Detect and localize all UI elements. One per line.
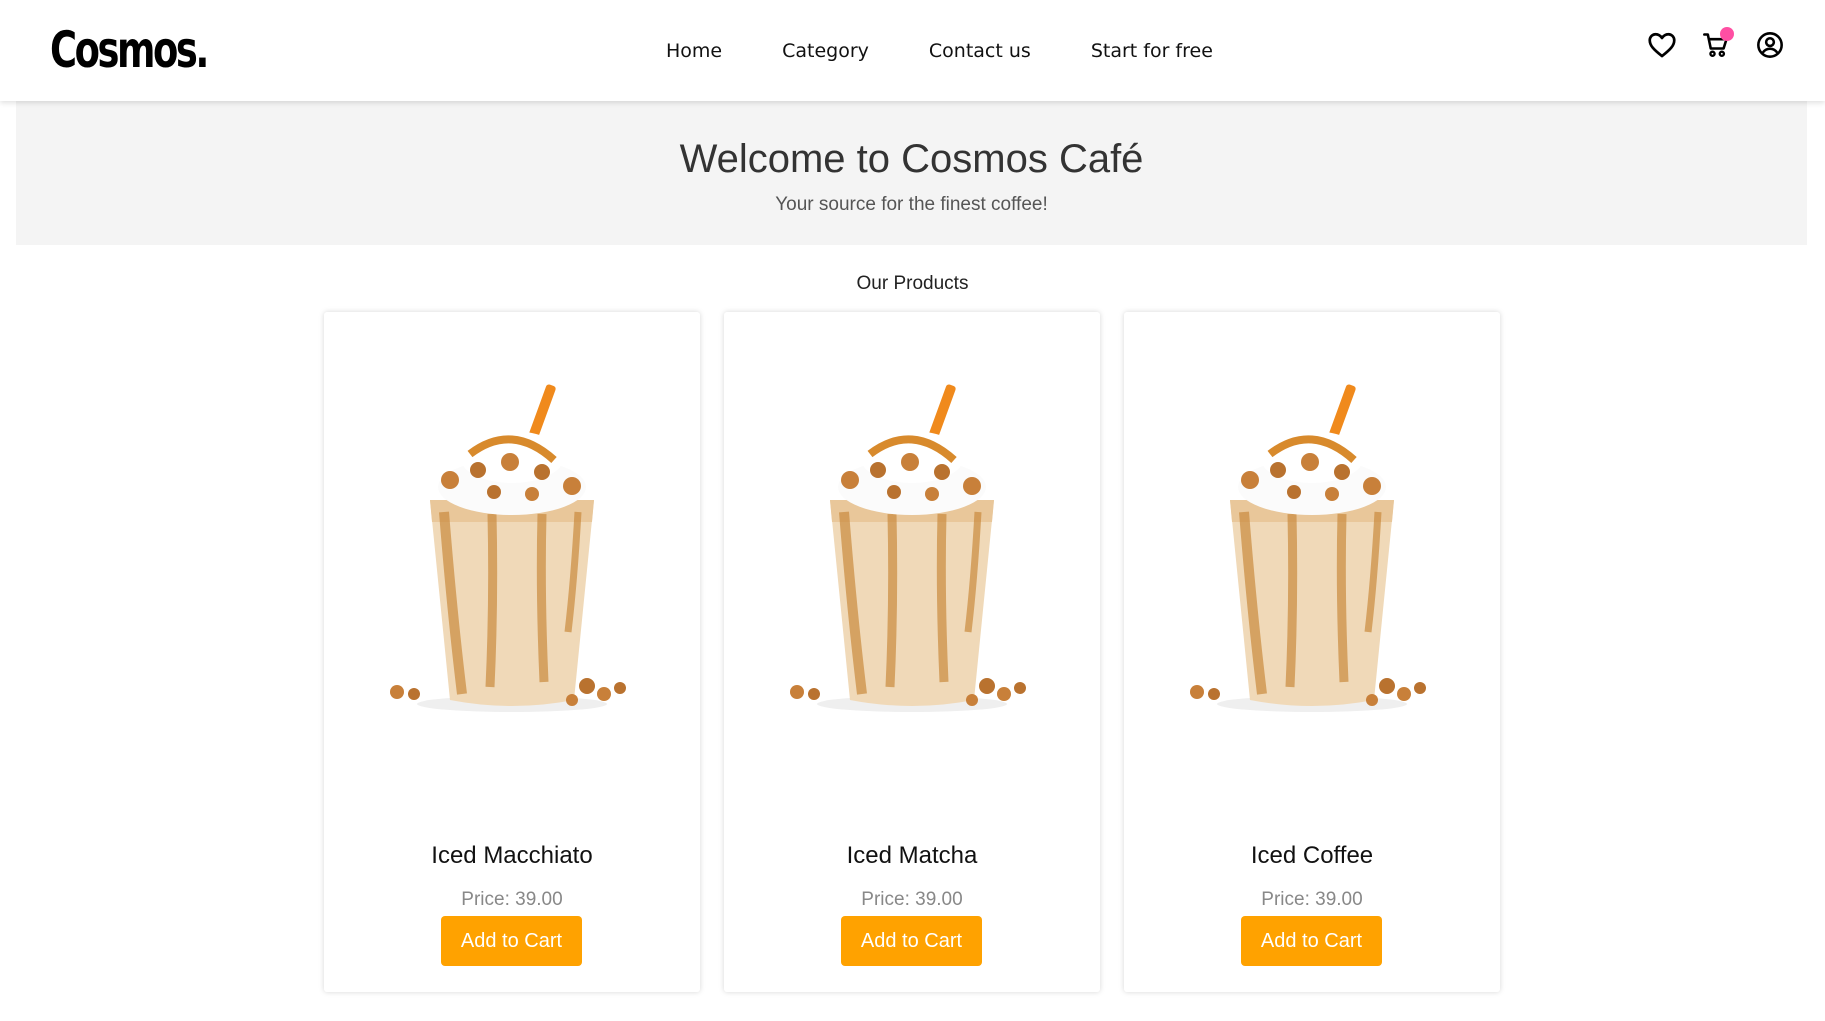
product-name: Iced Coffee	[1250, 842, 1374, 869]
iced-drink-image[interactable]	[782, 382, 1042, 722]
site-header: Cosmos. Home Category Contact us Start f…	[0, 0, 1825, 101]
add-to-cart-button[interactable]: Add to Cart	[1241, 916, 1382, 966]
product-price: Price: 39.00	[861, 889, 963, 910]
add-to-cart-button[interactable]: Add to Cart	[441, 916, 582, 966]
hero-banner: Welcome to Cosmos Café Your source for t…	[16, 101, 1807, 245]
iced-drink-image[interactable]	[1182, 382, 1442, 722]
product-card: Iced Matcha Price: 39.00 Add to Cart	[724, 312, 1100, 992]
main-nav: Home Category Contact us Start for free	[666, 0, 1273, 101]
product-name: Iced Macchiato	[431, 842, 593, 869]
logo[interactable]: Cosmos.	[50, 18, 209, 82]
nav-home-link[interactable]: Home	[666, 40, 722, 62]
cart-badge	[1720, 27, 1734, 41]
header-icons	[1623, 27, 1785, 60]
add-to-cart-button[interactable]: Add to Cart	[841, 916, 982, 966]
hero-title: Welcome to Cosmos Café	[679, 137, 1144, 181]
nav-category-link[interactable]: Category	[782, 40, 869, 62]
nav-start-free-link[interactable]: Start for free	[1091, 40, 1213, 62]
nav-contact-link[interactable]: Contact us	[929, 40, 1031, 62]
user-icon[interactable]	[1755, 30, 1785, 60]
product-price: Price: 39.00	[461, 889, 563, 910]
heart-icon[interactable]	[1647, 30, 1677, 60]
product-card: Iced Macchiato Price: 39.00 Add to Cart	[324, 312, 700, 992]
product-card: Iced Coffee Price: 39.00 Add to Cart	[1124, 312, 1500, 992]
hero-subtitle: Your source for the finest coffee!	[775, 194, 1048, 215]
product-list: Iced Macchiato Price: 39.00 Add to Cart …	[324, 312, 1500, 992]
iced-drink-image[interactable]	[382, 382, 642, 722]
product-price: Price: 39.00	[1261, 889, 1363, 910]
products-section-title: Our Products	[856, 273, 969, 294]
product-name: Iced Matcha	[846, 842, 978, 869]
cart-icon[interactable]	[1701, 27, 1734, 60]
